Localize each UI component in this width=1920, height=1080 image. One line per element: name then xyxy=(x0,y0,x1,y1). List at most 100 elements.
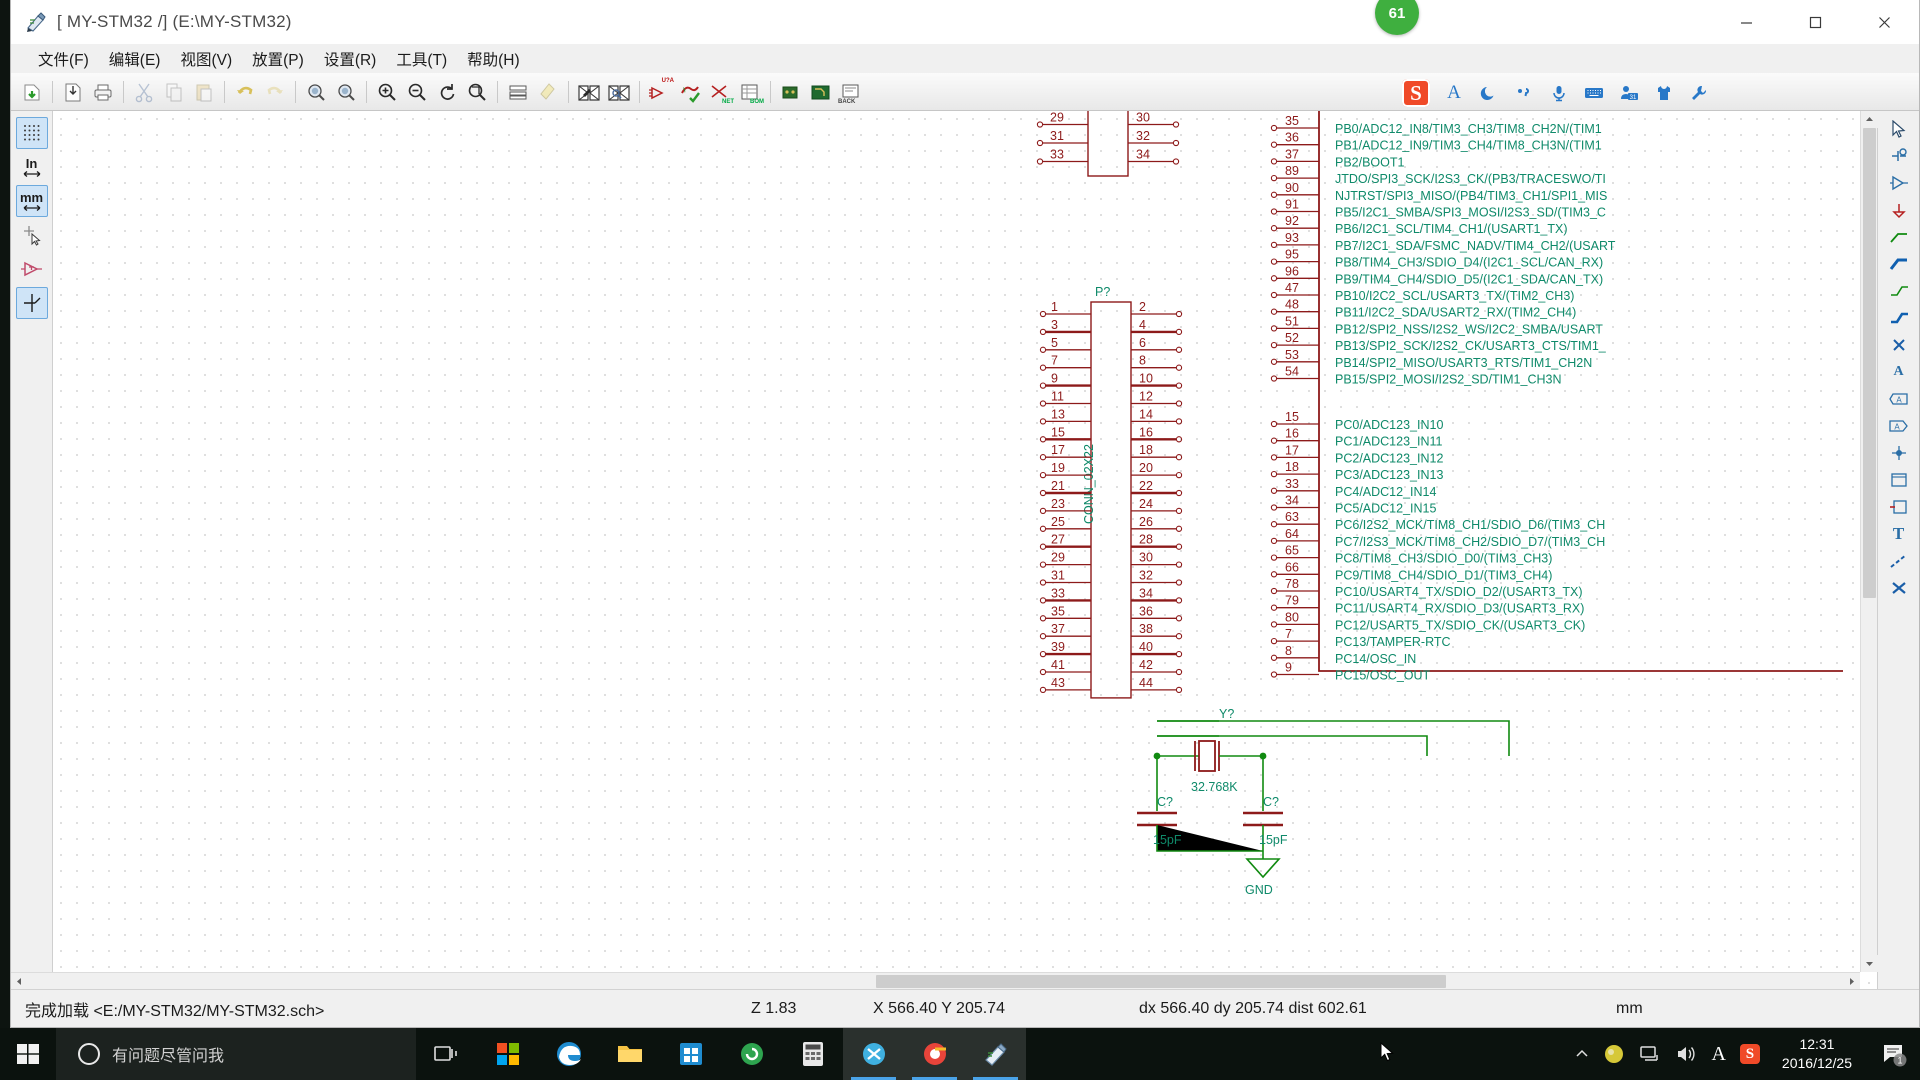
schematic-canvas[interactable]: 2729313328303234 P?CONN_02X2213579111315… xyxy=(53,111,1877,989)
vertical-scroll-thumb[interactable] xyxy=(1863,128,1876,598)
pcb-layout-icon[interactable] xyxy=(806,77,836,107)
save-sheet-icon[interactable] xyxy=(58,77,88,107)
library-browser-icon[interactable] xyxy=(574,77,604,107)
library-editor-icon[interactable] xyxy=(604,77,634,107)
netlist-icon[interactable]: NET xyxy=(705,77,735,107)
menu-edit[interactable]: 编辑(E) xyxy=(100,45,170,73)
toolbox-icon[interactable] xyxy=(1688,82,1710,104)
cortana-search-box[interactable]: 有问题尽管问我 xyxy=(56,1028,416,1080)
store-icon[interactable] xyxy=(477,1028,538,1080)
menu-preferences[interactable]: 设置(R) xyxy=(315,45,386,73)
zoom-in-icon[interactable] xyxy=(372,77,402,107)
browser-360-icon[interactable] xyxy=(721,1028,782,1080)
footprint-assign-icon[interactable] xyxy=(776,77,806,107)
volume-icon[interactable] xyxy=(1675,1044,1697,1064)
calendar-31-icon[interactable]: 31 xyxy=(1618,82,1640,104)
show-hidden-icons-chevron[interactable] xyxy=(1575,1047,1589,1061)
pin-number: 29 xyxy=(1050,111,1064,125)
back-annotate-icon[interactable]: BACK xyxy=(836,77,866,107)
windows-app-icon[interactable] xyxy=(660,1028,721,1080)
menu-file[interactable]: 文件(F) xyxy=(29,45,98,73)
place-no-connect-tool-button[interactable] xyxy=(1884,333,1914,357)
delete-tool-button[interactable] xyxy=(1884,576,1914,600)
input-mode-A-icon[interactable]: A xyxy=(1443,82,1465,104)
place-net-label-tool-button[interactable]: A xyxy=(1884,360,1914,384)
place-bus-tool-button[interactable] xyxy=(1884,252,1914,276)
place-hierarchical-label-tool-button[interactable]: A xyxy=(1884,414,1914,438)
paste-icon[interactable] xyxy=(189,77,219,107)
place-wire-to-bus-tool-button[interactable] xyxy=(1884,279,1914,303)
zoom-out-icon[interactable] xyxy=(402,77,432,107)
eeschema-icon[interactable] xyxy=(965,1028,1026,1080)
zoom-page-icon[interactable] xyxy=(331,77,361,107)
bus-orientation-button[interactable] xyxy=(15,287,48,319)
sogou-tray-icon[interactable]: S xyxy=(1739,1044,1760,1064)
menu-place[interactable]: 放置(P) xyxy=(243,45,313,73)
hidden-pins-button[interactable] xyxy=(16,253,48,285)
zoom-fit-icon[interactable] xyxy=(462,77,492,107)
keyboard-icon[interactable] xyxy=(1583,82,1605,104)
taskview-icon[interactable] xyxy=(416,1028,477,1080)
nvidia-icon[interactable] xyxy=(1603,1043,1625,1065)
scroll-down-button[interactable] xyxy=(1860,955,1878,972)
chrome-app-icon[interactable] xyxy=(904,1028,965,1080)
pin-name: PC8/TIM8_CH3/SDIO_D0/(TIM3_CH3) xyxy=(1335,552,1552,566)
cursor-shape-button[interactable] xyxy=(16,219,48,251)
horizontal-scroll-thumb[interactable] xyxy=(876,975,1446,988)
copy-icon[interactable] xyxy=(159,77,189,107)
place-symbol-tool-button[interactable] xyxy=(1884,171,1914,195)
zoom-selection-icon[interactable] xyxy=(301,77,331,107)
sheet-settings-icon[interactable] xyxy=(503,77,533,107)
network-icon[interactable] xyxy=(1639,1044,1661,1064)
place-junction-tool-button[interactable] xyxy=(1884,441,1914,465)
scroll-up-button[interactable] xyxy=(1860,111,1878,128)
highlight-icon[interactable] xyxy=(533,77,563,107)
notification-center-icon[interactable]: 1 xyxy=(1872,1028,1916,1080)
windows-start-icon[interactable] xyxy=(0,1028,56,1080)
menu-help[interactable]: 帮助(H) xyxy=(458,45,529,73)
cut-icon[interactable] xyxy=(129,77,159,107)
highlight-net-tool-button[interactable] xyxy=(1884,144,1914,168)
scroll-left-button[interactable] xyxy=(11,973,28,990)
microphone-icon[interactable] xyxy=(1548,82,1570,104)
new-sheet-icon[interactable] xyxy=(17,77,47,107)
redo-icon[interactable] xyxy=(260,77,290,107)
scroll-right-button[interactable] xyxy=(1843,973,1860,990)
place-wire-tool-button[interactable] xyxy=(1884,225,1914,249)
close-button[interactable] xyxy=(1850,0,1919,44)
place-sheet-tool-button[interactable] xyxy=(1884,468,1914,492)
undo-icon[interactable] xyxy=(230,77,260,107)
zoom-redraw-icon[interactable] xyxy=(432,77,462,107)
ime-A-icon[interactable]: A xyxy=(1711,1043,1725,1066)
toggle-grid-button[interactable] xyxy=(15,117,48,149)
punctuation-icon[interactable] xyxy=(1513,82,1535,104)
calculator-icon[interactable] xyxy=(782,1028,843,1080)
vertical-scrollbar[interactable] xyxy=(1860,111,1878,972)
bom-icon[interactable]: BOM xyxy=(735,77,765,107)
minimize-button[interactable] xyxy=(1712,0,1781,44)
pin-number: 52 xyxy=(1285,331,1299,345)
import-sheet-pin-tool-button[interactable] xyxy=(1884,495,1914,519)
menu-tools[interactable]: 工具(T) xyxy=(387,45,456,73)
place-text-tool-button[interactable]: T xyxy=(1884,522,1914,546)
place-global-label-tool-button[interactable]: A xyxy=(1884,387,1914,411)
skin-icon[interactable] xyxy=(1653,82,1675,104)
annotate-icon[interactable]: U?A xyxy=(645,77,675,107)
taskbar-clock[interactable]: 12:31 2016/12/25 xyxy=(1782,1035,1852,1073)
sogou-logo-icon[interactable]: S xyxy=(1402,79,1430,107)
maximize-button[interactable] xyxy=(1781,0,1850,44)
moon-icon[interactable] xyxy=(1478,82,1500,104)
edge-icon[interactable] xyxy=(538,1028,599,1080)
place-power-tool-button[interactable] xyxy=(1884,198,1914,222)
place-bus-to-bus-tool-button[interactable] xyxy=(1884,306,1914,330)
erc-icon[interactable] xyxy=(675,77,705,107)
place-graphic-line-tool-button[interactable] xyxy=(1884,549,1914,573)
menu-view[interactable]: 视图(V) xyxy=(171,45,241,73)
units-mm-button[interactable]: mm xyxy=(15,185,48,217)
selection-tool-button[interactable] xyxy=(1884,117,1914,141)
kicad-icon[interactable] xyxy=(843,1028,904,1080)
horizontal-scrollbar[interactable] xyxy=(11,972,1860,989)
file-explorer-icon[interactable] xyxy=(599,1028,660,1080)
units-inch-button[interactable]: In xyxy=(16,151,48,183)
print-icon[interactable] xyxy=(88,77,118,107)
